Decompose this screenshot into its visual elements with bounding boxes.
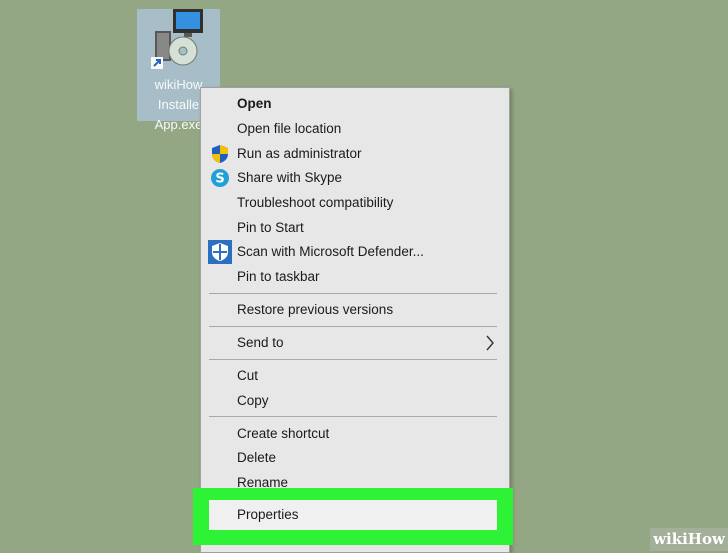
uac-shield-icon <box>212 145 228 163</box>
menu-separator <box>209 416 497 417</box>
menu-item-label: Run as administrator <box>237 146 362 161</box>
skype-icon: S <box>211 169 229 187</box>
menu-separator <box>209 359 497 360</box>
watermark-prefix: wiki <box>653 530 688 548</box>
menu-item-share-with-skype[interactable]: S Share with Skype <box>209 166 497 190</box>
menu-item-label: Send to <box>237 335 284 350</box>
menu-item-label: Open <box>237 96 272 111</box>
menu-item-pin-to-start[interactable]: Pin to Start <box>209 216 497 240</box>
menu-item-pin-to-taskbar[interactable]: Pin to taskbar <box>209 265 497 289</box>
chevron-right-icon <box>486 335 494 351</box>
menu-item-delete[interactable]: Delete <box>209 446 497 470</box>
menu-item-label: Create shortcut <box>237 426 330 441</box>
menu-item-label: Cut <box>237 368 259 383</box>
menu-item-label: Troubleshoot compatibility <box>237 195 394 210</box>
menu-item-run-as-administrator[interactable]: Run as administrator <box>209 142 497 166</box>
menu-item-cut[interactable]: Cut <box>209 364 497 388</box>
menu-item-open-file-location[interactable]: Open file location <box>209 117 497 141</box>
menu-item-send-to[interactable]: Send to <box>209 331 497 355</box>
menu-item-create-shortcut[interactable]: Create shortcut <box>209 422 497 446</box>
menu-separator <box>209 293 497 294</box>
menu-item-label: Restore previous versions <box>237 302 394 317</box>
menu-item-troubleshoot-compatibility[interactable]: Troubleshoot compatibility <box>209 191 497 215</box>
menu-item-open[interactable]: Open <box>209 92 497 116</box>
svg-text:S: S <box>215 172 224 187</box>
context-menu: Open Open file location Run as administr… <box>200 87 510 553</box>
defender-shield-icon <box>208 240 232 264</box>
watermark-suffix: How <box>687 530 725 548</box>
menu-item-properties[interactable]: Properties <box>209 500 497 530</box>
menu-item-label: Pin to Start <box>237 220 304 235</box>
menu-item-label: Properties <box>237 507 299 522</box>
menu-item-label: Pin to taskbar <box>237 269 320 284</box>
menu-item-label: Share with Skype <box>237 170 343 185</box>
menu-item-copy[interactable]: Copy <box>209 389 497 413</box>
menu-item-label: Copy <box>237 393 269 408</box>
menu-item-label: Delete <box>237 450 277 465</box>
installer-icon <box>151 9 203 69</box>
menu-item-label: Scan with Microsoft Defender... <box>237 244 424 259</box>
menu-item-label: Open file location <box>237 121 342 136</box>
menu-item-scan-with-defender[interactable]: Scan with Microsoft Defender... <box>208 240 497 264</box>
menu-separator <box>209 326 497 327</box>
menu-item-restore-previous-versions[interactable]: Restore previous versions <box>209 298 497 322</box>
wikihow-watermark: wikiHow <box>650 528 728 551</box>
